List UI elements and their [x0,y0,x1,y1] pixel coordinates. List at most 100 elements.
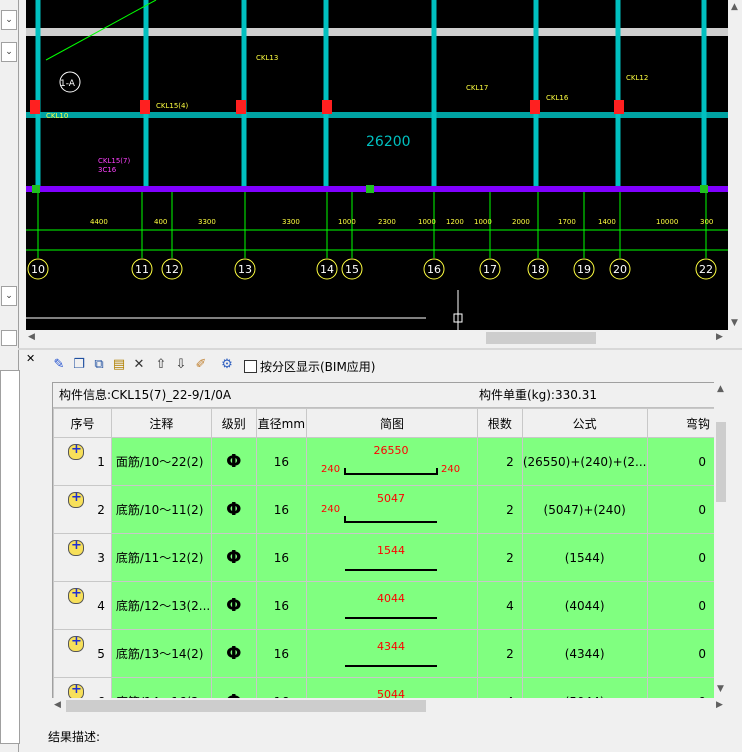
row-seq[interactable]: 3 [53,533,112,582]
move-up-icon[interactable]: ⇧ [152,356,170,374]
row-count[interactable]: 4 [477,677,523,699]
copy-icon[interactable]: ❐ [70,356,88,374]
header-count[interactable]: 根数 [477,408,523,438]
row-sketch[interactable]: 5047 240 [306,485,479,534]
pencil-icon[interactable]: ✎ [50,356,68,374]
row-note[interactable]: 底筋/13～14(2) [110,629,212,678]
row-grade[interactable]: Φ [210,581,257,630]
table-row[interactable]: 1面筋/10～22(2)Φ16 26550 240 240 2(26550)+(240)… [53,437,715,486]
svg-text:3300: 3300 [282,218,300,226]
row-hook[interactable]: 0 [646,581,715,630]
row-sketch[interactable]: 4344 [306,629,479,678]
row-seq[interactable]: 5 [53,629,112,678]
pin-icon[interactable] [68,538,84,556]
row-note[interactable]: 面筋/10～22(2) [110,437,212,486]
row-grade[interactable]: Φ [210,629,257,678]
row-grade[interactable]: Φ [210,533,257,582]
svg-text:CKL13: CKL13 [256,54,278,62]
row-formula[interactable]: (5047)+(240) [521,485,648,534]
table-row[interactable]: 2底筋/10～11(2)Φ1650472402(5047)+(240)0 [53,485,715,534]
move-down-icon[interactable]: ⇩ [172,356,190,374]
header-hook[interactable]: 弯钩 [646,408,715,438]
svg-text:1000: 1000 [338,218,356,226]
pin-icon[interactable] [68,586,84,604]
gear-icon[interactable]: ⚙ [218,356,236,374]
row-sketch[interactable]: 26550 240 240 [306,437,479,486]
header-note[interactable]: 注释 [110,408,212,438]
scroll-thumb[interactable] [66,700,426,712]
row-sketch[interactable]: 5044 [306,677,479,699]
sketch-right-hook: 240 [441,464,460,475]
header-sketch[interactable]: 简图 [306,408,479,438]
table-row[interactable]: 4底筋/12～13(2...Φ1640444(4044)0 [53,581,715,630]
paste-icon[interactable]: ▤ [110,356,128,374]
pin-icon[interactable] [68,634,84,652]
row-diameter[interactable]: 16 [255,629,308,678]
row-grade[interactable]: Φ [210,437,257,486]
table-row[interactable]: 3底筋/11～12(2)Φ16 1544 2(1544)0 [53,533,715,582]
row-note[interactable]: 底筋/12～13(2... [110,581,212,630]
header-seq[interactable]: 序号 [53,408,112,438]
chevron-down-icon[interactable]: ⌄ [1,10,17,30]
table-row[interactable]: 5底筋/13～14(2)Φ16 4344 2(4344)0 [53,629,715,678]
row-hook[interactable]: 0 [646,677,715,699]
row-count[interactable]: 2 [477,533,523,582]
row-formula[interactable]: (1544) [521,533,648,582]
pin-icon[interactable] [68,490,84,508]
row-grade[interactable]: Φ [210,485,257,534]
row-diameter[interactable]: 16 [255,581,308,630]
row-count[interactable]: 4 [477,581,523,630]
row-diameter[interactable]: 16 [255,677,308,699]
delete-icon[interactable]: ✕ [130,356,148,374]
chevron-down-icon[interactable]: ⌄ [1,42,17,62]
row-sketch[interactable]: 1544 [306,533,479,582]
cad-horizontal-scrollbar[interactable]: ◀ ▶ [26,330,728,346]
header-formula[interactable]: 公式 [521,408,648,438]
scroll-thumb[interactable] [486,332,596,344]
chevron-down-icon[interactable]: ⌄ [1,286,17,306]
row-formula[interactable]: (4344) [521,629,648,678]
row-formula[interactable]: (4044) [521,581,648,630]
row-count[interactable]: 2 [477,485,523,534]
copy-row-icon[interactable]: ⧉ [90,356,108,374]
svg-text:1000: 1000 [474,218,492,226]
axis-label: 18 [531,263,545,276]
row-sketch[interactable]: 4044 [306,581,479,630]
close-icon[interactable]: ✕ [26,352,35,365]
bim-checkbox-label: 按分区显示(BIM应用) [260,360,376,374]
row-seq[interactable]: 1 [53,437,112,486]
row-hook[interactable]: 0 [646,485,715,534]
sketch-length: 4044 [377,592,405,605]
row-diameter[interactable]: 16 [255,437,308,486]
row-seq[interactable]: 4 [53,581,112,630]
table-horizontal-scrollbar[interactable]: ◀ ▶ [52,698,728,714]
row-formula[interactable]: (26550)+(240)+(2... [521,437,648,486]
row-diameter[interactable]: 16 [255,533,308,582]
row-seq[interactable]: 6 [53,677,112,699]
row-diameter[interactable]: 16 [255,485,308,534]
brush-icon[interactable]: ✐ [192,356,210,374]
header-diameter[interactable]: 直径mm [255,408,308,438]
row-note[interactable]: 底筋/10～11(2) [110,485,212,534]
row-note[interactable]: 底筋/11～12(2) [110,533,212,582]
row-hook[interactable]: 0 [646,533,715,582]
table-vertical-scrollbar[interactable]: ▲ ▼ [714,382,728,698]
row-count[interactable]: 2 [477,437,523,486]
axis-label: 15 [345,263,359,276]
splitter[interactable] [18,348,742,350]
header-grade[interactable]: 级别 [210,408,257,438]
row-count[interactable]: 2 [477,629,523,678]
cad-vertical-scrollbar[interactable]: ▲ ▼ [728,0,742,346]
cad-viewport[interactable]: CKL10 CKL15(4) CKL13 CKL17 CKL16 CKL12 CKL15… [26,0,728,330]
row-note[interactable]: 底筋/14～16(2... [110,677,212,699]
table-row[interactable]: 6底筋/14～16(2...Φ1650444(5044)0 [53,677,715,699]
pin-icon[interactable] [68,442,84,460]
bim-checkbox[interactable] [244,360,257,373]
row-hook[interactable]: 0 [646,629,715,678]
row-seq[interactable]: 2 [53,485,112,534]
row-hook[interactable]: 0 [646,437,715,486]
row-grade[interactable]: Φ [210,677,257,699]
left-input[interactable] [1,330,17,346]
scroll-thumb[interactable] [716,422,726,502]
row-formula[interactable]: (5044) [521,677,648,699]
